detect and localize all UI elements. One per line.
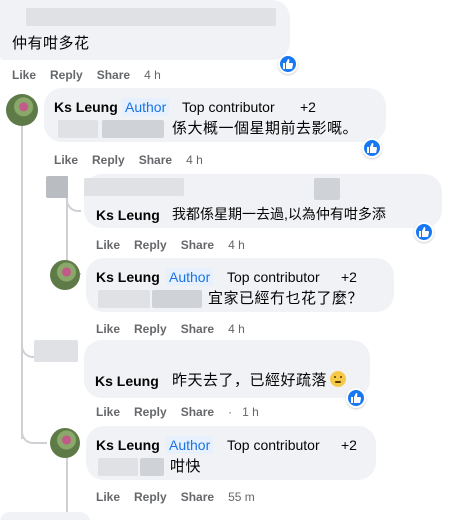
thread-connector <box>66 190 81 212</box>
timestamp[interactable]: 4 h <box>228 322 245 336</box>
redacted-mention <box>98 290 150 308</box>
comment-text: 咁快 <box>170 458 202 475</box>
contributor-badge[interactable]: Top contributor <box>182 98 275 116</box>
avatar[interactable] <box>50 428 80 458</box>
author-badge: Author <box>166 436 214 454</box>
comment-actions: Like Reply Share 4 h <box>96 321 259 337</box>
comment-text: 昨天去了，已經好疏落 <box>172 371 347 391</box>
redacted-mention <box>140 458 164 476</box>
more-badges-count[interactable]: +2 <box>341 436 357 454</box>
comment-actions: Like Reply Share · 1 h <box>96 404 273 420</box>
comment-bubble: Ks Leung Author Top contributor +2 宜家已經冇… <box>86 258 394 312</box>
worried-face-emoji-icon <box>330 371 347 387</box>
thread-line-sub <box>66 456 68 516</box>
like-button[interactable]: Like <box>96 490 120 504</box>
thumbs-up-icon <box>283 59 294 69</box>
share-button[interactable]: Share <box>181 322 214 336</box>
more-badges-count[interactable]: +2 <box>341 268 357 286</box>
redacted-mention <box>58 120 98 138</box>
author-name[interactable]: Ks Leung <box>96 206 160 224</box>
share-button[interactable]: Share <box>97 68 130 82</box>
reply-button[interactable]: Reply <box>134 238 167 252</box>
thread-connector <box>21 410 47 444</box>
comment-bubble: 仲有咁多花 <box>0 0 290 60</box>
thumbs-up-icon <box>351 393 362 403</box>
comment-text: 我都係星期一去過,以為仲有咁多添 <box>172 206 386 222</box>
like-reaction-badge[interactable] <box>414 222 434 242</box>
share-button[interactable]: Share <box>181 238 214 252</box>
reply-button[interactable]: Reply <box>50 68 83 82</box>
comment-text: 宜家已經冇乜花了麼？ <box>208 290 364 307</box>
comment-actions: Like Reply Share 4 h <box>12 67 175 83</box>
thumbs-up-icon <box>419 227 430 237</box>
like-reaction-badge[interactable] <box>278 54 298 74</box>
reply-button[interactable]: Reply <box>134 490 167 504</box>
reply-button[interactable]: Reply <box>134 405 167 419</box>
comment-actions: Like Reply Share 4 h <box>96 237 259 253</box>
comment-text: 係大概一個星期前去影嘅。 <box>172 120 359 137</box>
timestamp[interactable]: 55 m <box>228 490 255 504</box>
redacted-avatar <box>46 176 68 198</box>
like-button[interactable]: Like <box>96 405 120 419</box>
comment-actions: Like Reply Share 55 m <box>96 489 269 505</box>
author-name[interactable]: Ks Leung <box>95 372 159 390</box>
author-name[interactable]: Ks Leung <box>54 98 118 116</box>
redacted-mention <box>102 120 164 138</box>
comment-actions: Like Reply Share 4 h <box>54 152 217 168</box>
like-button[interactable]: Like <box>12 68 36 82</box>
author-badge: Author <box>122 98 170 116</box>
comment-bubble: Ks Leung 我都係星期一去過,以為仲有咁多添 <box>84 174 442 228</box>
comment-text: 仲有咁多花 <box>12 35 90 52</box>
thumbs-up-icon <box>367 143 378 153</box>
comment-bubble: Ks Leung Author Top contributor +2 係大概一個… <box>44 88 386 142</box>
redacted-mention <box>98 458 138 476</box>
redacted-name <box>26 8 276 26</box>
comment-bubble: Ks Leung Author Top contributor +2 咁快 <box>86 426 376 480</box>
like-button[interactable]: Like <box>54 153 78 167</box>
separator: · <box>228 405 233 419</box>
share-button[interactable]: Share <box>181 490 214 504</box>
avatar[interactable] <box>6 94 38 126</box>
author-badge: Author <box>166 268 214 286</box>
comment-bubble-partial <box>0 512 90 520</box>
author-name[interactable]: Ks Leung <box>96 268 160 286</box>
contributor-badge[interactable]: Top contributor <box>227 436 320 454</box>
comment-text-body: 昨天去了，已經好疏落 <box>172 372 328 389</box>
like-button[interactable]: Like <box>96 322 120 336</box>
redacted-name <box>314 178 340 200</box>
thread-line-main <box>21 124 23 439</box>
reply-button[interactable]: Reply <box>134 322 167 336</box>
like-button[interactable]: Like <box>96 238 120 252</box>
comment-bubble: Ks Leung 昨天去了，已經好疏落 <box>84 340 370 398</box>
avatar[interactable] <box>50 260 80 290</box>
timestamp[interactable]: 1 h <box>242 405 259 419</box>
share-button[interactable]: Share <box>139 153 172 167</box>
author-name[interactable]: Ks Leung <box>96 436 160 454</box>
like-reaction-badge[interactable] <box>346 388 366 408</box>
more-badges-count[interactable]: +2 <box>300 98 316 116</box>
like-reaction-badge[interactable] <box>362 138 382 158</box>
timestamp[interactable]: 4 h <box>186 153 203 167</box>
redacted-avatar <box>34 340 78 362</box>
timestamp[interactable]: 4 h <box>228 238 245 252</box>
reply-button[interactable]: Reply <box>92 153 125 167</box>
redacted-mention <box>152 290 202 308</box>
share-button[interactable]: Share <box>181 405 214 419</box>
timestamp[interactable]: 4 h <box>144 68 161 82</box>
contributor-badge[interactable]: Top contributor <box>227 268 320 286</box>
redacted-name <box>84 178 184 196</box>
